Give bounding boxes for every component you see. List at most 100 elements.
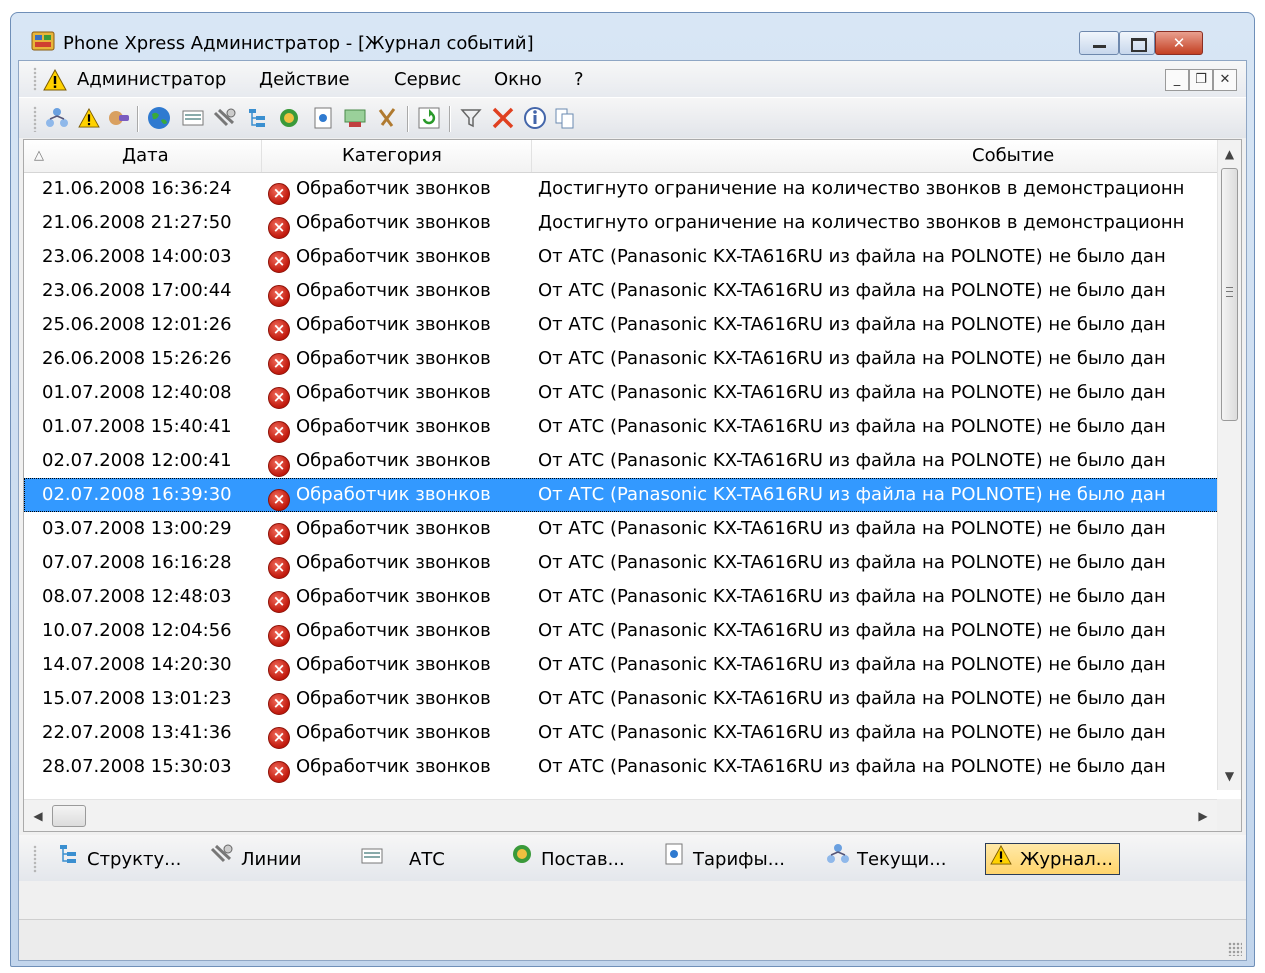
cell-event: От АТС (Panasonic KX-TA616RU из файла на… [538,586,1166,607]
tab-tariffs[interactable]: Тарифы... [661,843,785,875]
menu-bar: Администратор Действие Сервис Окно ? _ ❐… [19,61,1246,97]
menu-service[interactable]: Сервис [394,69,461,90]
cell-date: 21.06.2008 16:36:24 [42,178,232,199]
pbx-icon[interactable] [179,104,207,132]
cell-category: × Обработчик звонков [268,444,530,478]
table-row[interactable]: 15.07.2008 13:01:23 × Обработчик звонков От… [24,682,1219,716]
cell-event: От АТС (Panasonic KX-TA616RU из файла на… [538,518,1166,539]
scroll-right-icon[interactable]: ▶ [1191,800,1215,831]
table-row[interactable]: 03.07.2008 13:00:29 × Обработчик звонков От… [24,512,1219,546]
vertical-scrollbar[interactable]: ▲ ▼ [1217,140,1241,790]
mdi-minimize-button[interactable]: _ [1165,69,1189,91]
cell-event: От АТС (Panasonic KX-TA616RU из файла на… [538,688,1166,709]
table-row[interactable]: 25.06.2008 12:01:26 × Обработчик звонков От… [24,308,1219,342]
tab-pbx[interactable]: АТС [359,843,445,875]
category-label: Обработчик звонков [296,586,491,607]
info-icon[interactable] [521,104,549,132]
hand-icon[interactable] [105,104,133,132]
tab-structure[interactable]: Структу... [55,843,181,875]
cell-event: От АТС (Panasonic KX-TA616RU из файла на… [538,722,1166,743]
close-button[interactable]: ✕ [1155,31,1203,55]
close-icon: ✕ [1172,34,1186,52]
cell-category: × Обработчик звонков [268,716,530,750]
cell-category: × Обработчик звонков [268,512,530,546]
table-row[interactable]: 02.07.2008 16:39:30 × Обработчик звонков От… [24,478,1219,512]
table-row[interactable]: 23.06.2008 17:00:44 × Обработчик звонков От… [24,274,1219,308]
structure-icon[interactable] [43,104,71,132]
tabbar-grip[interactable] [33,845,37,873]
menu-administrator[interactable]: Администратор [77,69,226,90]
tab-lines[interactable]: Линии [209,843,301,875]
table-row[interactable]: 22.07.2008 13:41:36 × Обработчик звонков От… [24,716,1219,750]
tree-icon[interactable] [243,104,271,132]
horizontal-scrollbar[interactable]: ◀ ▶ [24,799,1219,831]
cell-category: × Обработчик звонков [268,410,530,444]
table-row[interactable]: 01.07.2008 15:40:41 × Обработчик звонков От… [24,410,1219,444]
filter-icon[interactable] [457,104,485,132]
menu-help[interactable]: ? [574,69,584,90]
table-row[interactable]: 21.06.2008 21:27:50 × Обработчик звонков До… [24,206,1219,240]
horizontal-scroll-thumb[interactable] [52,805,86,827]
minimize-button[interactable] [1079,31,1119,55]
lines-icon[interactable] [211,104,239,132]
cell-date: 02.07.2008 16:39:30 [42,484,232,505]
error-icon: × [268,591,290,613]
table-row[interactable]: 08.07.2008 12:48:03 × Обработчик звонков От… [24,580,1219,614]
cell-event: От АТС (Panasonic KX-TA616RU из файла на… [538,654,1166,675]
warning-icon [988,844,1014,874]
menu-action[interactable]: Действие [259,69,350,90]
tab-current-calls[interactable]: Текущи... [825,843,946,875]
table-row[interactable]: 26.06.2008 15:26:26 × Обработчик звонков От… [24,342,1219,376]
money-icon[interactable] [341,104,369,132]
tab-providers[interactable]: Постав... [509,843,625,875]
tab-event-log[interactable]: Журнал... [985,843,1120,875]
cell-date: 28.07.2008 15:30:03 [42,756,232,777]
category-label: Обработчик звонков [296,450,491,471]
column-header-event[interactable]: Событие [532,140,1219,172]
table-row[interactable]: 28.07.2008 15:30:03 × Обработчик звонков От… [24,750,1219,784]
scroll-up-icon[interactable]: ▲ [1218,142,1241,166]
scroll-down-icon[interactable]: ▼ [1218,764,1241,788]
cell-category: × Обработчик звонков [268,750,530,784]
vertical-scroll-thumb[interactable] [1221,168,1238,421]
title-bar[interactable]: Phone Xpress Администратор - [Журнал соб… [11,13,1254,61]
column-header-date[interactable]: △ Дата [24,140,262,172]
category-label: Обработчик звонков [296,484,491,505]
cell-event: От АТС (Panasonic KX-TA616RU из файла на… [538,382,1166,403]
table-row[interactable]: 14.07.2008 14:20:30 × Обработчик звонков От… [24,648,1219,682]
warning-icon[interactable] [75,104,103,132]
table-row[interactable]: 21.06.2008 16:36:24 × Обработчик звонков До… [24,172,1219,206]
maximize-button[interactable] [1119,31,1155,55]
tariff-icon[interactable] [309,104,337,132]
table-row[interactable]: 01.07.2008 12:40:08 × Обработчик звонков От… [24,376,1219,410]
mdi-close-button[interactable]: ✕ [1213,69,1237,91]
resize-grip-icon[interactable] [1228,942,1242,956]
table-row[interactable]: 23.06.2008 14:00:03 × Обработчик звонков От… [24,240,1219,274]
table-row[interactable]: 02.07.2008 12:00:41 × Обработчик звонков От… [24,444,1219,478]
provider-icon[interactable] [275,104,303,132]
refresh-icon[interactable] [415,104,443,132]
table-row[interactable]: 07.07.2008 16:16:28 × Обработчик звонков От… [24,546,1219,580]
mdi-restore-button[interactable]: ❐ [1189,69,1213,91]
error-icon: × [268,455,290,477]
copy-icon[interactable] [551,104,579,132]
current-calls-icon [825,843,851,875]
category-label: Обработчик звонков [296,620,491,641]
warning-icon[interactable] [43,69,67,91]
column-header-category[interactable]: Категория [262,140,532,172]
toolbar-separator [449,106,451,132]
app-window: Phone Xpress Администратор - [Журнал соб… [10,12,1255,967]
globe-icon[interactable] [145,104,173,132]
toolbar-grip[interactable] [33,106,37,132]
scroll-left-icon[interactable]: ◀ [26,800,50,831]
error-icon: × [268,183,290,205]
cell-event: Достигнуто ограничение на количество зво… [538,178,1185,199]
delete-icon[interactable] [489,104,517,132]
error-icon: × [268,217,290,239]
table-row[interactable]: 10.07.2008 12:04:56 × Обработчик звонков От… [24,614,1219,648]
client-area: Администратор Действие Сервис Окно ? _ ❐… [18,60,1247,961]
cell-date: 10.07.2008 12:04:56 [42,620,232,641]
tools-icon[interactable] [373,104,401,132]
menubar-grip[interactable] [33,67,37,91]
menu-window[interactable]: Окно [494,69,542,90]
